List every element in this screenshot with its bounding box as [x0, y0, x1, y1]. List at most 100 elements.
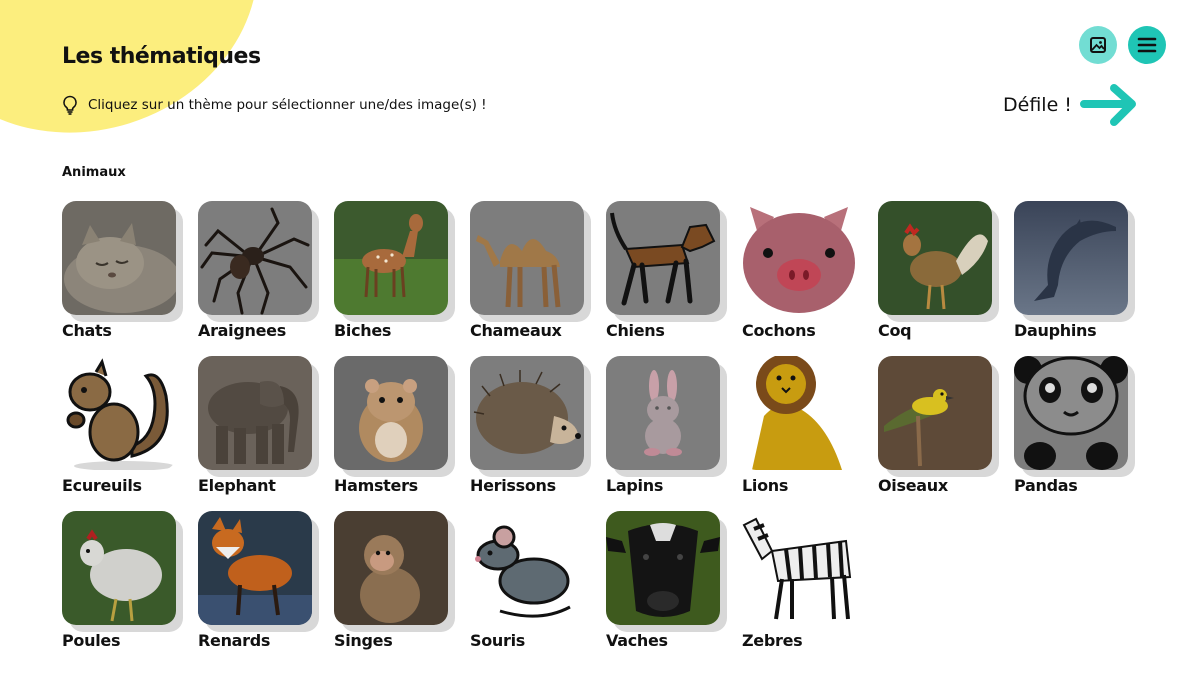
theme-card-singes[interactable]: Singes: [334, 511, 448, 650]
theme-card-lapins[interactable]: Lapins: [606, 356, 720, 495]
fox-image: [198, 511, 312, 625]
theme-label: Renards: [198, 631, 271, 650]
theme-thumb[interactable]: [606, 356, 720, 470]
theme-label: Coq: [878, 321, 912, 340]
theme-thumb[interactable]: [742, 356, 856, 470]
theme-label: Poules: [62, 631, 121, 650]
theme-label: Lions: [742, 476, 789, 495]
pig-image: [742, 201, 856, 315]
theme-thumb[interactable]: [606, 511, 720, 625]
theme-card-oiseaux[interactable]: Oiseaux: [878, 356, 992, 495]
theme-label: Oiseaux: [878, 476, 948, 495]
theme-label: Zebres: [742, 631, 803, 650]
theme-thumb[interactable]: [1014, 201, 1128, 315]
panda-image: [1014, 356, 1128, 470]
theme-label: Souris: [470, 631, 526, 650]
dolphin-image: [1014, 201, 1128, 315]
bird-image: [878, 356, 992, 470]
theme-label: Singes: [334, 631, 393, 650]
lion-image: [742, 356, 856, 470]
monkey-image: [334, 511, 448, 625]
dog-image: [606, 201, 720, 315]
camel-image: [470, 201, 584, 315]
hint-text: Cliquez sur un thème pour sélectionner u…: [88, 97, 487, 113]
theme-thumb[interactable]: [62, 201, 176, 315]
theme-label: Vaches: [606, 631, 668, 650]
theme-label: Elephant: [198, 476, 276, 495]
theme-thumb[interactable]: [198, 201, 312, 315]
theme-card-hamsters[interactable]: Hamsters: [334, 356, 448, 495]
hen-image: [62, 511, 176, 625]
spider-image: [198, 201, 312, 315]
theme-thumb[interactable]: [62, 511, 176, 625]
theme-card-biches[interactable]: Biches: [334, 201, 448, 340]
theme-thumb[interactable]: [334, 201, 448, 315]
theme-card-souris[interactable]: Souris: [470, 511, 584, 650]
theme-thumb[interactable]: [62, 356, 176, 470]
theme-thumb[interactable]: [198, 356, 312, 470]
theme-card-pandas[interactable]: Pandas: [1014, 356, 1128, 495]
theme-thumb[interactable]: [1014, 356, 1128, 470]
theme-thumb[interactable]: [334, 356, 448, 470]
theme-thumb[interactable]: [470, 511, 584, 625]
theme-card-poules[interactable]: Poules: [62, 511, 176, 650]
theme-card-herissons[interactable]: Herissons: [470, 356, 584, 495]
hedgehog-image: [470, 356, 584, 470]
theme-thumb[interactable]: [742, 201, 856, 315]
theme-card-zebres[interactable]: Zebres: [742, 511, 856, 650]
theme-card-elephant[interactable]: Elephant: [198, 356, 312, 495]
theme-card-renards[interactable]: Renards: [198, 511, 312, 650]
cat-image: [62, 201, 176, 315]
theme-thumb[interactable]: [470, 201, 584, 315]
menu-button[interactable]: [1128, 26, 1166, 64]
theme-grid: Chats Araignees Biches Chameaux Chiens C…: [62, 201, 1128, 650]
scroll-hint: Défile !: [1003, 82, 1142, 128]
lightbulb-icon: [63, 95, 77, 115]
theme-card-dauphins[interactable]: Dauphins: [1014, 201, 1128, 340]
deer-image: [334, 201, 448, 315]
section-label: Animaux: [62, 165, 126, 180]
theme-card-ecureuils[interactable]: Ecureuils: [62, 356, 176, 495]
theme-label: Ecureuils: [62, 476, 142, 495]
theme-label: Cochons: [742, 321, 816, 340]
theme-card-vaches[interactable]: Vaches: [606, 511, 720, 650]
rooster-image: [878, 201, 992, 315]
theme-card-chiens[interactable]: Chiens: [606, 201, 720, 340]
theme-thumb[interactable]: [606, 201, 720, 315]
theme-card-araignees[interactable]: Araignees: [198, 201, 312, 340]
theme-card-lions[interactable]: Lions: [742, 356, 856, 495]
rabbit-image: [606, 356, 720, 470]
cow-image: [606, 511, 720, 625]
squirrel-image: [62, 356, 176, 470]
theme-thumb[interactable]: [878, 201, 992, 315]
theme-label: Herissons: [470, 476, 556, 495]
theme-label: Chiens: [606, 321, 665, 340]
theme-label: Biches: [334, 321, 392, 340]
theme-card-chats[interactable]: Chats: [62, 201, 176, 340]
theme-card-chameaux[interactable]: Chameaux: [470, 201, 584, 340]
theme-label: Pandas: [1014, 476, 1078, 495]
theme-label: Araignees: [198, 321, 286, 340]
theme-thumb[interactable]: [198, 511, 312, 625]
image-button[interactable]: [1079, 26, 1117, 64]
page-title: Les thématiques: [62, 44, 261, 69]
decorative-yellow-blob: [0, 0, 298, 177]
theme-label: Hamsters: [334, 476, 418, 495]
theme-card-cochons[interactable]: Cochons: [742, 201, 856, 340]
hamburger-menu-icon: [1137, 37, 1157, 53]
theme-label: Dauphins: [1014, 321, 1097, 340]
image-icon: [1090, 37, 1106, 53]
mouse-image: [470, 511, 584, 625]
theme-card-coq[interactable]: Coq: [878, 201, 992, 340]
hint-row: Cliquez sur un thème pour sélectionner u…: [62, 95, 487, 115]
theme-thumb[interactable]: [742, 511, 856, 625]
zebra-image: [742, 511, 856, 625]
arrow-right-icon: [1079, 84, 1136, 126]
theme-thumb[interactable]: [878, 356, 992, 470]
elephant-image: [198, 356, 312, 470]
theme-thumb[interactable]: [334, 511, 448, 625]
hamster-image: [334, 356, 448, 470]
theme-label: Chats: [62, 321, 112, 340]
scroll-hint-text: Défile !: [1003, 94, 1072, 116]
theme-thumb[interactable]: [470, 356, 584, 470]
